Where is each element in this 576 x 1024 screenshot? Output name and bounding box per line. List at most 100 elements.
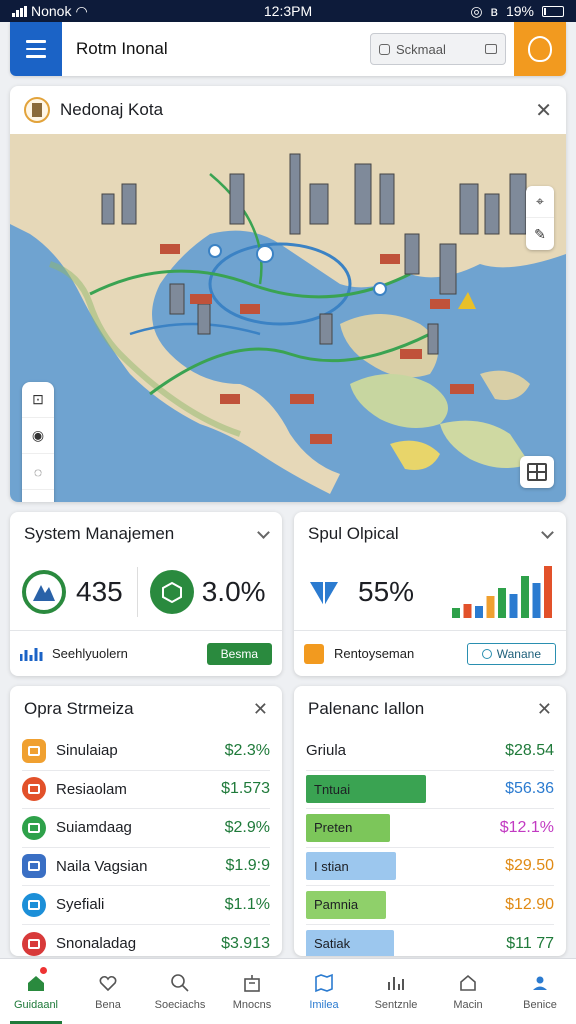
list-item[interactable]: Resiaolam $1.573 xyxy=(22,771,270,809)
system-stats: 435 3.0% xyxy=(10,556,282,628)
nav-item-macin[interactable]: Macin xyxy=(432,959,504,1024)
progress-bar: Tntuai xyxy=(306,775,426,804)
nav-item-imilea[interactable]: Imilea xyxy=(288,959,360,1024)
list-item-value: $56.36 xyxy=(505,780,554,798)
opra-list: Sinulaiap $2.3% Resiaolam $1.573 Suiamda… xyxy=(10,732,282,956)
list-item[interactable]: Pamnia $12.90 xyxy=(306,886,554,925)
nav-item-mnocns[interactable]: Mnocns xyxy=(216,959,288,1024)
spul-stats: 55% xyxy=(294,556,566,628)
search-icon xyxy=(379,43,390,55)
palenanc-close-button[interactable]: ✕ xyxy=(537,699,552,720)
list-item-label: Syefiali xyxy=(56,896,105,914)
calendar-icon xyxy=(304,643,324,664)
system-stat-count: 435 xyxy=(76,576,123,607)
arrow-down-icon xyxy=(310,582,338,606)
nav-label: Macin xyxy=(453,998,483,1011)
mini-chart-bar xyxy=(532,583,541,618)
list-item-value: $11 77 xyxy=(506,934,554,952)
list-item-label: Suiamdaag xyxy=(56,819,132,837)
progress-bar: Satiak xyxy=(306,929,394,956)
map-tool-panel: ⊡ ◉ ◌ ✥ xyxy=(22,382,54,502)
battery-percent: 19% xyxy=(505,3,534,19)
map-close-button[interactable]: ✕ xyxy=(535,98,552,123)
nav-item-benice[interactable]: Benice xyxy=(504,959,576,1024)
list-header-value: $28.54 xyxy=(505,741,554,759)
chevron-down-icon[interactable] xyxy=(541,525,554,539)
nav-item-guidaanl[interactable]: Guidaanl xyxy=(0,959,72,1024)
map-header: Nedonaj Kota ✕ xyxy=(10,86,566,134)
nav-label: Sentznle xyxy=(374,998,418,1011)
edit-tool-icon[interactable]: ✎ xyxy=(526,218,554,250)
spul-action-button[interactable]: Wanane xyxy=(466,642,556,665)
globe-icon xyxy=(22,892,46,917)
map-grid-button[interactable] xyxy=(520,456,554,488)
list-item[interactable]: Satiak $11 77 xyxy=(306,925,554,956)
opra-close-button[interactable]: ✕ xyxy=(253,699,268,720)
nav-label: Benice xyxy=(523,998,557,1011)
folder-icon xyxy=(22,738,46,763)
spul-card-header[interactable]: Spul Olpical xyxy=(294,512,566,556)
app-bar: Rotm Inonal Sckmaal xyxy=(10,22,566,76)
list-item[interactable]: Preten $12.1% xyxy=(306,809,554,848)
map-card: Nedonaj Kota ✕ ⊡ ◉ ◌ ⌖ ✎ xyxy=(10,86,566,502)
map-title: Nedonaj Kota xyxy=(60,100,164,119)
mountain-gauge-icon xyxy=(22,570,66,614)
progress-bar: Preten xyxy=(306,813,390,842)
list-item-value: $2.3% xyxy=(224,741,270,759)
mini-bar-chart xyxy=(452,566,552,618)
compass-tool-icon[interactable]: ◌ xyxy=(22,454,54,490)
notification-dot xyxy=(40,967,47,974)
palenanc-list-card: Palenanc Iallon ✕ Griula $28.54 Tntuai $… xyxy=(294,686,566,956)
puzzle-tool-icon[interactable]: ✥ xyxy=(22,490,54,503)
list-item[interactable]: Suiamdaag $2.9% xyxy=(22,809,270,848)
chart-icon xyxy=(386,973,406,993)
grid-icon xyxy=(527,463,547,481)
spul-footer-label: Rentoyseman xyxy=(334,646,415,661)
menu-button[interactable] xyxy=(10,22,62,76)
spul-card: Spul Olpical 55% Rentoyseman Wanane xyxy=(294,512,566,676)
system-card-header[interactable]: System Manajemen xyxy=(10,512,282,556)
alarm-icon: ◎ xyxy=(470,2,483,19)
map-illustration[interactable] xyxy=(10,134,566,502)
user-icon xyxy=(530,973,550,993)
list-item-value: $1.573 xyxy=(221,780,270,798)
locate-tool-icon[interactable]: ◉ xyxy=(22,418,54,454)
map-right-tools: ⌖ ✎ xyxy=(526,186,554,250)
nav-item-soeciachs[interactable]: Soeciachs xyxy=(144,959,216,1024)
progress-bar-label: Satiak xyxy=(314,936,351,952)
list-item[interactable]: Naila Vagsian $1.9:9 xyxy=(22,848,270,886)
system-card: System Manajemen 435 3.0% Seehlyuolern B… xyxy=(10,512,282,676)
system-action-button[interactable]: Besma xyxy=(206,642,272,665)
cube-icon xyxy=(149,570,194,614)
list-item[interactable]: I stian $29.50 xyxy=(306,848,554,886)
list-item[interactable]: Tntuai $56.36 xyxy=(306,771,554,809)
list-item[interactable]: Syefiali $1.1% xyxy=(22,886,270,925)
wifi-icon: ◠ xyxy=(75,2,88,19)
battery-icon xyxy=(542,5,564,17)
list-item[interactable]: Sinulaiap $2.3% xyxy=(22,732,270,771)
mini-chart-bar xyxy=(521,576,529,618)
progress-bar-label: Preten xyxy=(314,820,353,836)
pin-tool-icon[interactable]: ⌖ xyxy=(526,186,554,218)
avatar-icon xyxy=(528,36,552,62)
bottom-nav: Guidaanl Bena Soeciachs Mnocns Imilea Se… xyxy=(0,958,576,1024)
list-item[interactable]: Snonaladag $3.913 xyxy=(22,925,270,957)
nav-item-bena[interactable]: Bena xyxy=(72,959,144,1024)
map-canvas[interactable]: ⊡ ◉ ◌ ✥ ⌖ ✎ xyxy=(10,134,566,502)
list-item-value: $2.9% xyxy=(224,818,270,836)
spul-card-title: Spul Olpical xyxy=(308,524,399,543)
mini-chart-bar xyxy=(544,566,552,618)
layers-tool-icon[interactable]: ⊡ xyxy=(22,382,54,418)
palenanc-list: Griula $28.54 Tntuai $56.36 Preten $12.1… xyxy=(294,732,566,956)
bar-chart-icon xyxy=(20,647,43,661)
status-icons: ◎ ʙ 19% xyxy=(470,3,564,20)
profile-button[interactable] xyxy=(514,22,566,76)
search-input[interactable]: Sckmaal xyxy=(370,33,506,65)
list-item-value: $1.1% xyxy=(224,895,270,913)
nav-item-sentznle[interactable]: Sentznle xyxy=(360,959,432,1024)
spul-stat-percent: 55% xyxy=(358,576,415,607)
camera-icon[interactable] xyxy=(485,44,497,54)
nav-label: Soeciachs xyxy=(154,998,206,1011)
opra-list-card: Opra Strmeiza ✕ Sinulaiap $2.3% Resiaola… xyxy=(10,686,282,956)
chevron-down-icon[interactable] xyxy=(257,525,270,539)
